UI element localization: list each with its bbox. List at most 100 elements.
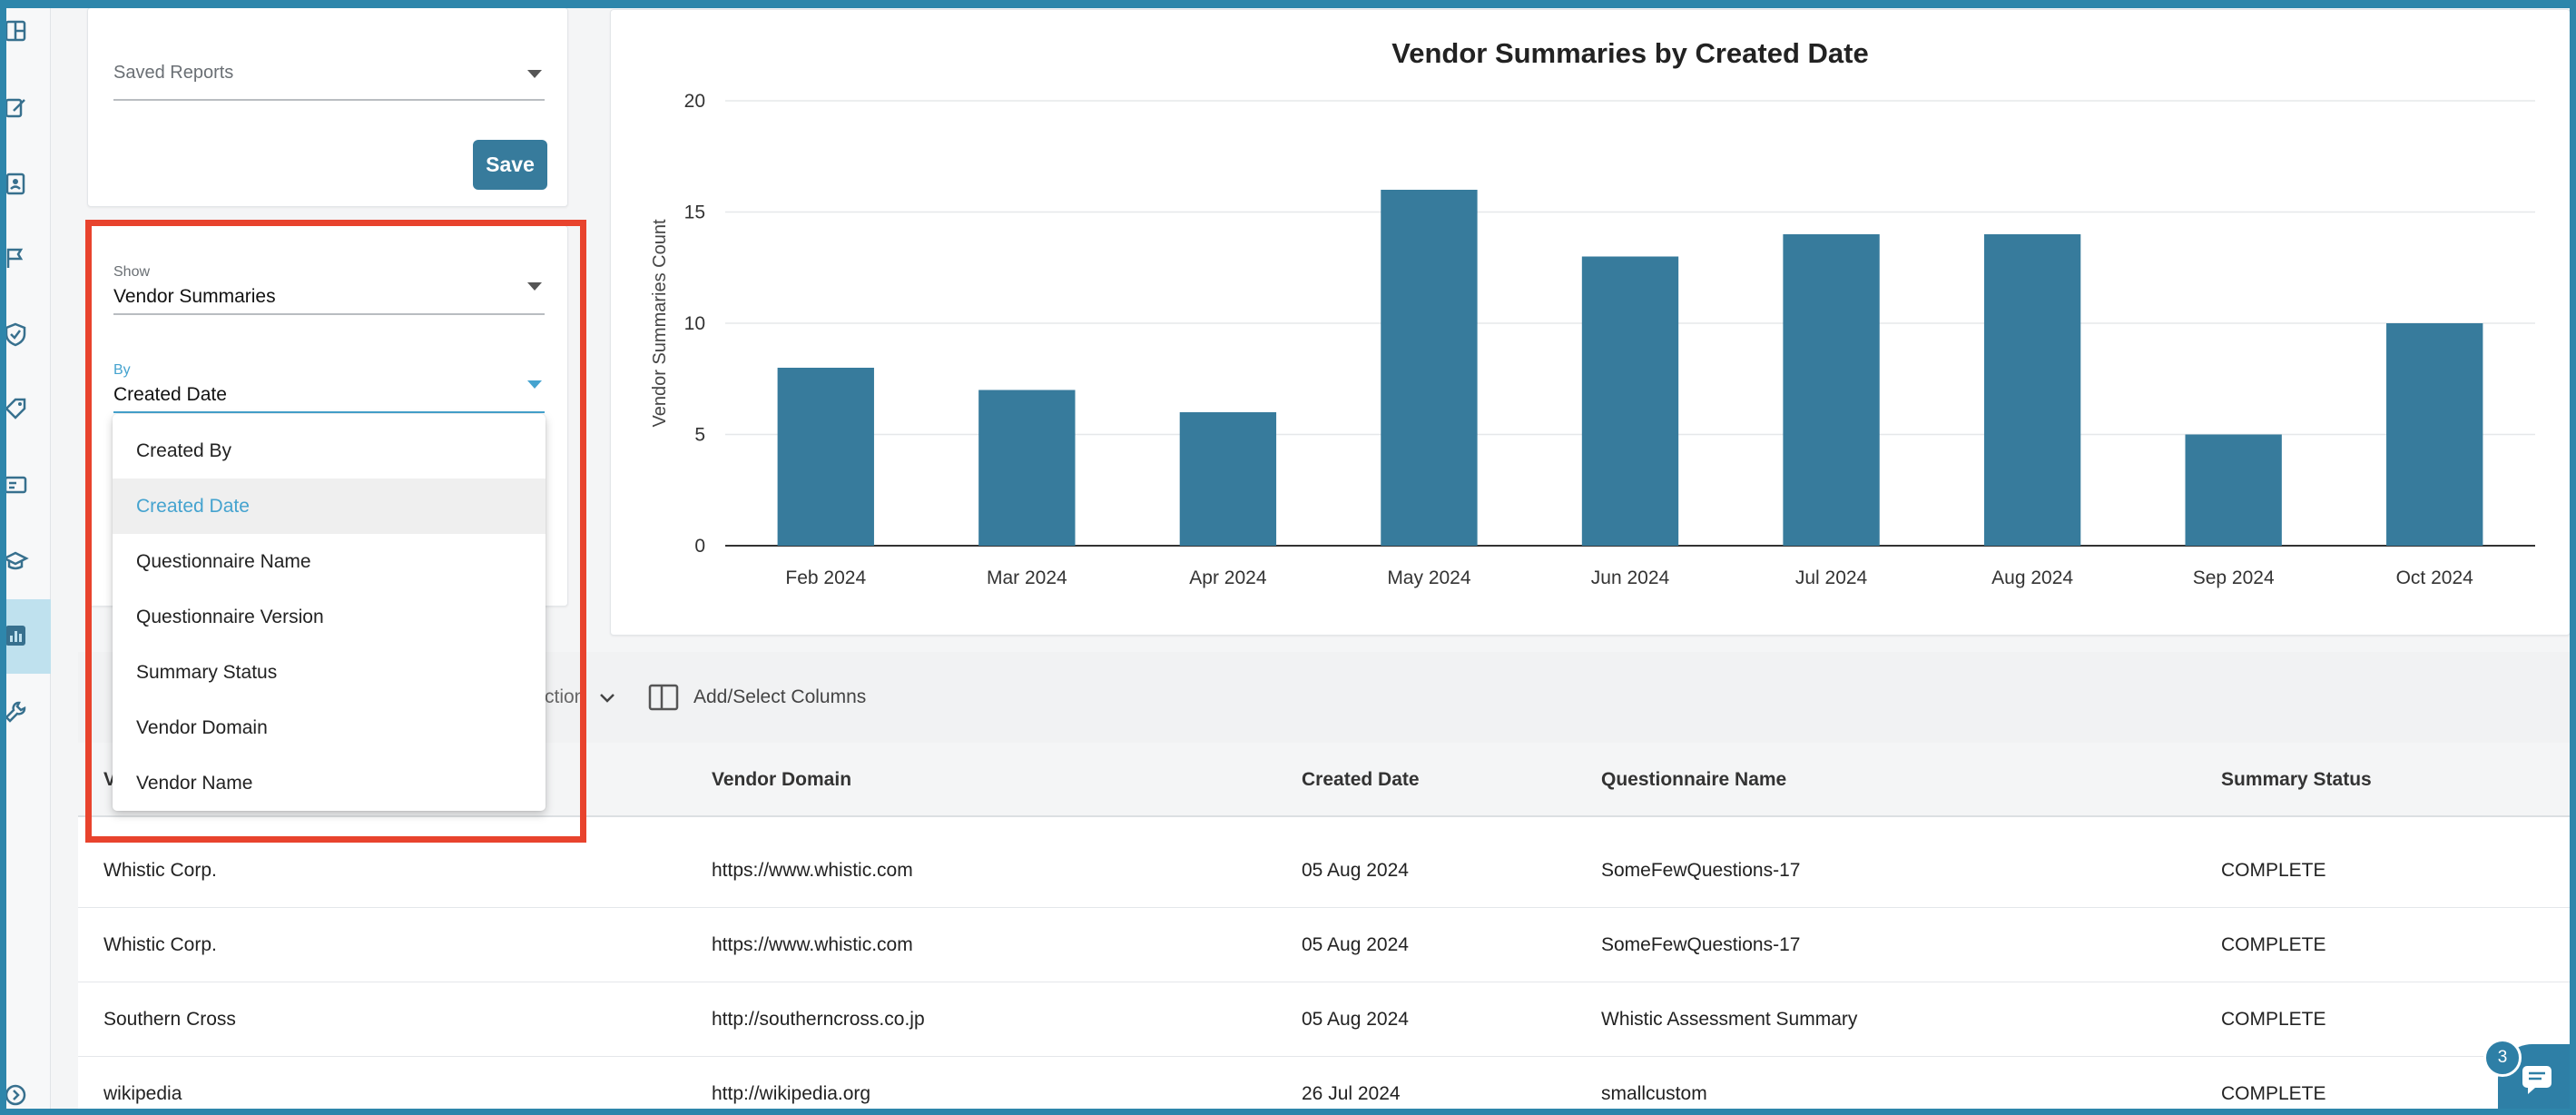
saved-reports-underline bbox=[113, 99, 545, 101]
sidebar-item-training[interactable] bbox=[0, 543, 31, 579]
cell-vendor-name: wikipedia bbox=[103, 1083, 182, 1104]
y-tick-label: 10 bbox=[684, 313, 705, 334]
show-select[interactable]: Vendor Summaries bbox=[113, 286, 276, 308]
wrench-icon bbox=[5, 701, 26, 723]
table-row[interactable]: Southern Cross http://southerncross.co.j… bbox=[78, 982, 2576, 1057]
bar-chart-icon bbox=[5, 626, 25, 646]
x-tick-label: Sep 2024 bbox=[2193, 567, 2275, 588]
x-tick-label: Apr 2024 bbox=[1189, 567, 1267, 588]
tag-icon bbox=[5, 398, 26, 419]
sidebar-item-tools[interactable] bbox=[0, 694, 31, 730]
by-select[interactable]: Created Date bbox=[113, 384, 227, 406]
column-header-created-date[interactable]: Created Date bbox=[1302, 743, 1420, 817]
sidebar-item-id-cards[interactable] bbox=[0, 467, 31, 503]
cell-vendor-domain: https://www.whistic.com bbox=[712, 860, 913, 881]
id-card-icon bbox=[4, 476, 27, 494]
sidebar-expand[interactable] bbox=[0, 1077, 31, 1113]
chat-notification-badge: 3 bbox=[2483, 1039, 2522, 1077]
cell-questionnaire-name: Whistic Assessment Summary bbox=[1601, 1009, 1858, 1030]
by-dropdown-menu: Created By Created Date Questionnaire Na… bbox=[113, 414, 546, 811]
saved-reports-caret-icon[interactable] bbox=[527, 70, 542, 78]
menu-item-vendor-domain[interactable]: Vendor Domain bbox=[113, 700, 546, 755]
column-header-summary-status[interactable]: Summary Status bbox=[2221, 743, 2372, 817]
menu-item-vendor-name[interactable]: Vendor Name bbox=[113, 755, 546, 811]
column-header-vendor-domain[interactable]: Vendor Domain bbox=[712, 743, 851, 817]
cell-summary-status: COMPLETE bbox=[2221, 934, 2326, 955]
table-row[interactable]: Whistic Corp. https://www.whistic.com 05… bbox=[78, 834, 2576, 908]
cell-summary-status: COMPLETE bbox=[2221, 1083, 2326, 1104]
chart-title: Vendor Summaries by Created Date bbox=[1391, 37, 1868, 69]
bar bbox=[2185, 434, 2282, 546]
edit-icon bbox=[5, 98, 25, 118]
sidebar-item-security[interactable] bbox=[0, 316, 31, 352]
cell-vendor-domain: https://www.whistic.com bbox=[712, 934, 913, 955]
sidebar-item-contacts[interactable] bbox=[0, 165, 31, 202]
x-tick-label: Aug 2024 bbox=[1991, 567, 2073, 588]
cell-created-date: 05 Aug 2024 bbox=[1302, 934, 1409, 955]
menu-item-summary-status[interactable]: Summary Status bbox=[113, 645, 546, 700]
show-label: Show bbox=[113, 264, 151, 280]
x-tick-label: Jul 2024 bbox=[1795, 567, 1868, 588]
bar bbox=[978, 390, 1076, 546]
cell-vendor-name: Southern Cross bbox=[103, 1009, 236, 1030]
sidebar bbox=[0, 0, 51, 1115]
toolbar-action-partial[interactable]: ction bbox=[545, 652, 617, 743]
bar bbox=[1983, 234, 2081, 546]
chart-card: Vendor Summaries by Created Date Vendor S… bbox=[610, 9, 2571, 636]
shield-icon bbox=[5, 322, 26, 347]
chat-icon bbox=[2522, 1066, 2551, 1094]
saved-reports-card: Saved Reports Save bbox=[87, 7, 568, 207]
by-caret-icon[interactable] bbox=[527, 380, 542, 389]
sidebar-item-tags[interactable] bbox=[0, 390, 31, 427]
cell-summary-status: COMPLETE bbox=[2221, 860, 2326, 881]
table-row[interactable]: wikipedia http://wikipedia.org 26 Jul 20… bbox=[78, 1057, 2576, 1115]
columns-icon bbox=[648, 684, 679, 711]
sidebar-item-flags[interactable] bbox=[0, 240, 31, 276]
by-label: By bbox=[113, 362, 131, 378]
cell-questionnaire-name: SomeFewQuestions-17 bbox=[1601, 934, 1801, 955]
saved-reports-select[interactable]: Saved Reports bbox=[113, 63, 233, 84]
y-tick-label: 0 bbox=[694, 536, 705, 557]
y-axis-label: Vendor Summaries Count bbox=[650, 219, 670, 427]
add-select-columns-button[interactable]: Add/Select Columns bbox=[648, 652, 866, 743]
by-underline bbox=[113, 411, 545, 413]
flag-icon bbox=[6, 248, 24, 268]
cell-created-date: 26 Jul 2024 bbox=[1302, 1083, 1401, 1104]
add-select-columns-label: Add/Select Columns bbox=[693, 686, 867, 707]
cell-created-date: 05 Aug 2024 bbox=[1302, 1009, 1409, 1030]
chevron-down-icon bbox=[600, 694, 615, 703]
save-button[interactable]: Save bbox=[473, 140, 547, 190]
show-underline bbox=[113, 313, 545, 315]
bar bbox=[1783, 234, 1880, 546]
graduation-cap-icon bbox=[2, 551, 29, 570]
sidebar-item-edit[interactable] bbox=[0, 89, 31, 125]
table-row[interactable]: Whistic Corp. https://www.whistic.com 05… bbox=[78, 908, 2576, 982]
cell-created-date: 05 Aug 2024 bbox=[1302, 860, 1409, 881]
column-header-questionnaire-name[interactable]: Questionnaire Name bbox=[1601, 743, 1786, 817]
y-tick-label: 15 bbox=[684, 202, 705, 223]
cell-questionnaire-name: smallcustom bbox=[1601, 1083, 1707, 1104]
y-tick-label: 20 bbox=[684, 91, 705, 112]
menu-item-questionnaire-name[interactable]: Questionnaire Name bbox=[113, 534, 546, 589]
bar bbox=[777, 368, 874, 546]
bar bbox=[1179, 412, 1277, 546]
contact-card-icon bbox=[5, 173, 25, 195]
cell-vendor-name: Whistic Corp. bbox=[103, 860, 217, 881]
cell-vendor-domain: http://southerncross.co.jp bbox=[712, 1009, 925, 1030]
x-tick-label: Feb 2024 bbox=[785, 567, 866, 588]
menu-item-created-by[interactable]: Created By bbox=[113, 423, 546, 479]
cell-questionnaire-name: SomeFewQuestions-17 bbox=[1601, 860, 1801, 881]
menu-item-questionnaire-version[interactable]: Questionnaire Version bbox=[113, 589, 546, 645]
sidebar-item-reports[interactable] bbox=[0, 617, 31, 654]
sidebar-item-dashboard[interactable] bbox=[0, 13, 31, 49]
bar bbox=[1381, 190, 1478, 546]
x-tick-label: May 2024 bbox=[1387, 567, 1471, 588]
x-tick-label: Oct 2024 bbox=[2396, 567, 2474, 588]
menu-item-created-date[interactable]: Created Date bbox=[113, 479, 546, 534]
y-tick-label: 5 bbox=[694, 425, 705, 446]
x-tick-label: Mar 2024 bbox=[987, 567, 1067, 588]
toolbar-action-label: ction bbox=[545, 686, 585, 707]
bar bbox=[2386, 323, 2483, 546]
cell-summary-status: COMPLETE bbox=[2221, 1009, 2326, 1030]
show-caret-icon[interactable] bbox=[527, 282, 542, 291]
